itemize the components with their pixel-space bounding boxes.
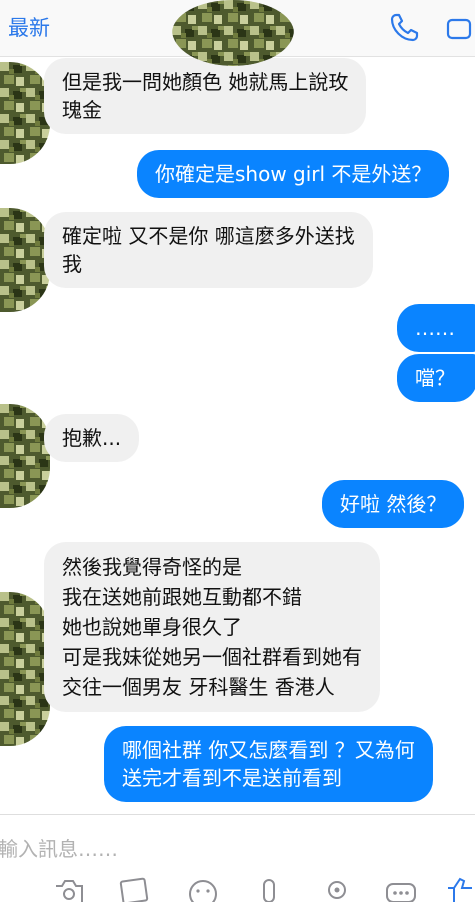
- camera-icon[interactable]: [52, 876, 86, 902]
- sender-avatar[interactable]: [0, 404, 50, 508]
- phone-icon[interactable]: [386, 10, 422, 46]
- incoming-message: 抱歉...: [44, 414, 140, 462]
- like-icon[interactable]: [444, 876, 474, 902]
- outgoing-message: 哪個社群 你又怎麼看到 ？又為何 送完才看到不是送前看到: [104, 726, 433, 802]
- sender-avatar[interactable]: [0, 592, 50, 746]
- contact-avatar[interactable]: [172, 0, 294, 66]
- video-camera-icon[interactable]: [444, 12, 475, 46]
- back-button[interactable]: 最新: [8, 12, 50, 42]
- emoji-icon[interactable]: [186, 876, 220, 902]
- outgoing-message: 你確定是show girl 不是外送？: [137, 150, 450, 198]
- message-input[interactable]: 輸入訊息……: [0, 833, 118, 862]
- sender-avatar[interactable]: [0, 62, 50, 164]
- outgoing-message: ……: [397, 304, 475, 352]
- sender-avatar[interactable]: [0, 208, 50, 312]
- outgoing-message: 噹？: [397, 354, 475, 402]
- outgoing-message: 好啦 然後？: [322, 480, 465, 528]
- microphone-icon[interactable]: [254, 876, 284, 902]
- incoming-message: 然後我覺得奇怪的是 我在送她前跟她互動都不錯 她也說她單身很久了 可是我妹從她另…: [44, 542, 380, 712]
- more-icon[interactable]: [384, 876, 418, 902]
- incoming-message: 確定啦 又不是你 哪這麼多外送找我: [44, 212, 373, 288]
- incoming-message: 但是我一問她顏色 她就馬上說玫 瑰金: [44, 58, 367, 134]
- compose-toolbar: [0, 862, 475, 902]
- photo-icon[interactable]: [118, 876, 152, 902]
- location-icon[interactable]: [320, 876, 354, 902]
